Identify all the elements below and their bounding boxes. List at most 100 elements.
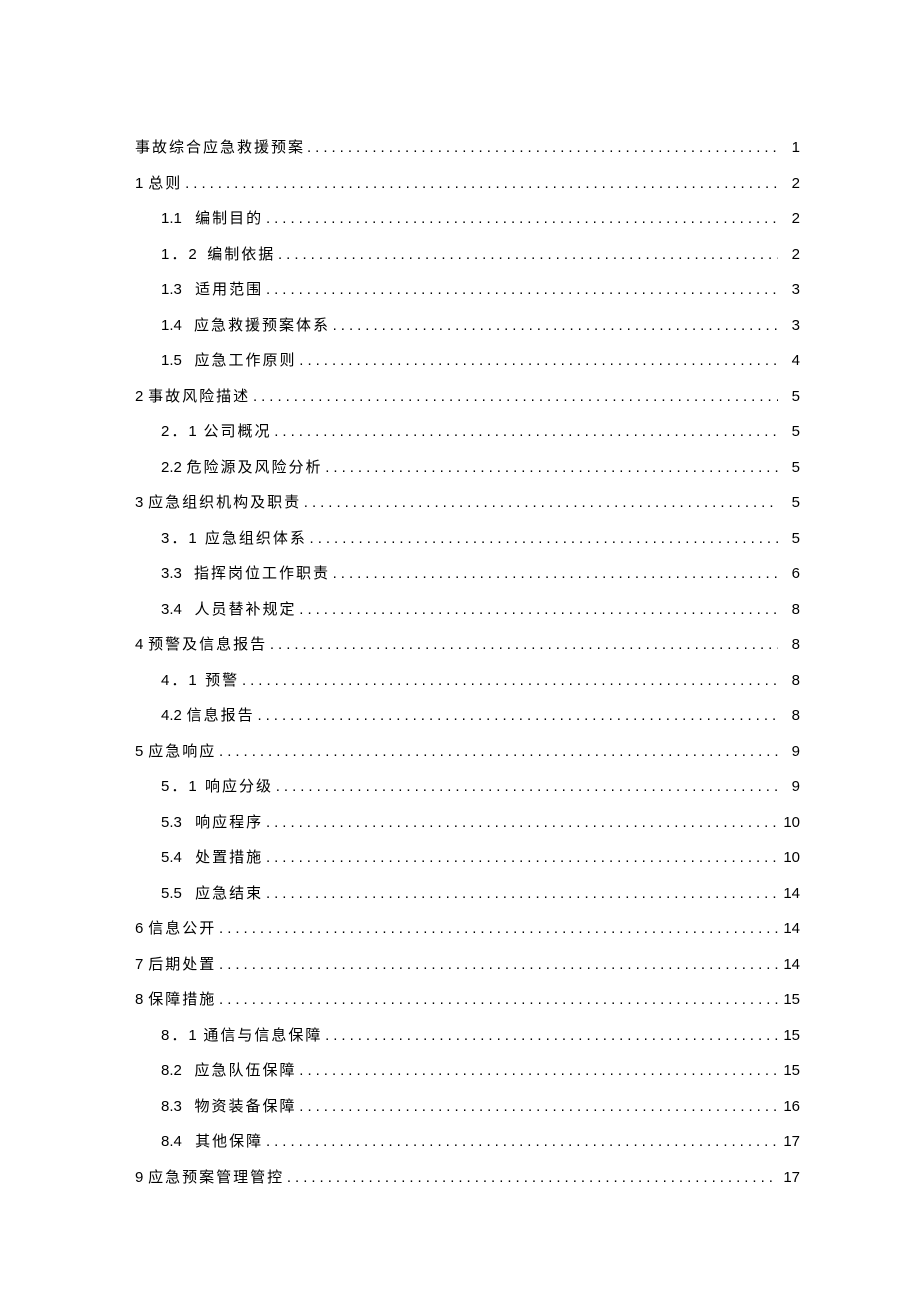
toc-entry-title: 事故风险描述: [148, 390, 250, 405]
toc-entry-page: 1: [780, 140, 800, 155]
toc-leader-dots: [299, 602, 778, 617]
toc-entry-title: 应急队伍保障: [195, 1064, 297, 1079]
toc-entry-title: 预警: [205, 674, 239, 689]
toc-entry-title: 应急工作原则: [195, 354, 297, 369]
toc-entry: 5.5应急结束14: [135, 886, 800, 902]
table-of-contents: 事故综合应急救援预案11总则21.1编制目的21．2编制依据21.3适用范围31…: [135, 140, 800, 1186]
toc-entry-number: 2: [135, 389, 143, 404]
toc-entry: 1．2编制依据2: [135, 247, 800, 263]
toc-entry-page: 14: [780, 886, 800, 901]
toc-entry: 8.2应急队伍保障15: [135, 1063, 800, 1079]
toc-leader-dots: [278, 247, 778, 262]
toc-entry-number: 4.2: [161, 708, 182, 723]
toc-entry-title: 应急响应: [148, 745, 216, 760]
toc-leader-dots: [307, 140, 778, 155]
toc-entry: 7后期处置14: [135, 957, 800, 973]
toc-entry: 2．1公司概况5: [135, 424, 800, 440]
toc-entry-number: 1.4: [161, 318, 182, 333]
toc-entry-title: 保障措施: [148, 993, 216, 1008]
toc-leader-dots: [299, 1099, 778, 1114]
toc-entry-number: 1.3: [161, 282, 182, 297]
toc-entry-title: 应急组织体系: [205, 532, 307, 547]
toc-entry: 1.4 应急救援预案体系 3: [135, 318, 800, 334]
toc-entry: 6信息公开14: [135, 921, 800, 937]
toc-entry: 1.5 应急工作原则 4: [135, 353, 800, 369]
toc-entry: 1.1编制目的2: [135, 211, 800, 227]
toc-entry-number: 4: [135, 637, 143, 652]
toc-entry-title: 应急救援预案体系: [194, 319, 330, 334]
toc-entry-number: 1.1: [161, 211, 182, 226]
toc-entry-number: 9: [135, 1170, 143, 1185]
toc-entry-number: 5．1: [161, 779, 199, 794]
toc-entry-page: 4: [780, 353, 800, 368]
toc-entry-number: 3: [135, 495, 143, 510]
toc-leader-dots: [266, 886, 778, 901]
toc-entry-page: 14: [780, 957, 800, 972]
toc-entry-page: 9: [780, 779, 800, 794]
toc-entry-number: 5.3: [161, 815, 182, 830]
toc-entry-title: 物资装备保障: [195, 1100, 297, 1115]
toc-entry-number: 2．1: [161, 424, 199, 439]
toc-entry: 5应急响应9: [135, 744, 800, 760]
toc-entry: 3.4人员替补规定8: [135, 602, 800, 618]
toc-leader-dots: [310, 531, 778, 546]
toc-entry-title: 应急组织机构及职责: [148, 496, 301, 511]
toc-entry-page: 9: [780, 744, 800, 759]
toc-entry-page: 8: [780, 708, 800, 723]
toc-entry-title: 应急结束: [195, 887, 263, 902]
toc-entry-number: 1.5: [161, 353, 182, 368]
toc-entry: 3．1应急组织体系5: [135, 531, 800, 547]
toc-leader-dots: [333, 318, 778, 333]
toc-entry: 4预警及信息报告8: [135, 637, 800, 653]
toc-entry: 3.3指挥岗位工作职责6: [135, 566, 800, 582]
toc-entry-title: 通信与信息保障: [203, 1029, 322, 1044]
toc-entry-title: 信息报告: [187, 709, 255, 724]
toc-entry: 1.3适用范围3: [135, 282, 800, 298]
toc-entry-title: 危险源及风险分析: [187, 461, 323, 476]
toc-leader-dots: [242, 673, 778, 688]
toc-entry-number: 5.4: [161, 850, 182, 865]
toc-entry-page: 10: [780, 850, 800, 865]
toc-leader-dots: [266, 1134, 778, 1149]
toc-leader-dots: [276, 779, 778, 794]
toc-leader-dots: [219, 921, 778, 936]
toc-entry-number: 8.2: [161, 1063, 182, 1078]
toc-entry-number: 3.4: [161, 602, 182, 617]
toc-leader-dots: [257, 708, 778, 723]
toc-entry-page: 2: [780, 247, 800, 262]
toc-entry: 2 事故风险描述 5: [135, 389, 800, 405]
toc-leader-dots: [274, 424, 778, 439]
toc-entry-title: 响应分级: [205, 780, 273, 795]
toc-entry-page: 8: [780, 637, 800, 652]
toc-entry-title: 事故综合应急救援预案: [135, 141, 305, 156]
toc-leader-dots: [266, 850, 778, 865]
toc-entry: 4．1预警8: [135, 673, 800, 689]
toc-entry-number: 3.3: [161, 566, 182, 581]
toc-leader-dots: [299, 1063, 778, 1078]
toc-entry-title: 编制目的: [195, 212, 263, 227]
toc-leader-dots: [270, 637, 778, 652]
toc-entry-page: 5: [780, 389, 800, 404]
toc-entry-title: 响应程序: [195, 816, 263, 831]
toc-leader-dots: [219, 744, 778, 759]
toc-leader-dots: [266, 815, 778, 830]
toc-entry: 5.3响应程序10: [135, 815, 800, 831]
toc-leader-dots: [185, 176, 778, 191]
toc-entry-number: 1．2: [161, 247, 199, 262]
toc-entry-title: 应急预案管理管控: [148, 1171, 284, 1186]
toc-leader-dots: [287, 1170, 778, 1185]
toc-entry: 事故综合应急救援预案 1: [135, 140, 800, 156]
toc-entry-number: 8．1: [161, 1028, 199, 1043]
toc-leader-dots: [219, 957, 778, 972]
toc-leader-dots: [325, 460, 778, 475]
toc-leader-dots: [299, 353, 778, 368]
toc-entry-page: 3: [780, 318, 800, 333]
toc-entry: 5.4处置措施10: [135, 850, 800, 866]
toc-entry: 8.3物资装备保障16: [135, 1099, 800, 1115]
toc-entry-page: 17: [780, 1170, 800, 1185]
toc-entry-title: 适用范围: [195, 283, 263, 298]
toc-entry: 8．1通信与信息保障15: [135, 1028, 800, 1044]
toc-entry-number: 8.4: [161, 1134, 182, 1149]
toc-entry-title: 公司概况: [203, 425, 271, 440]
toc-entry-page: 8: [780, 602, 800, 617]
